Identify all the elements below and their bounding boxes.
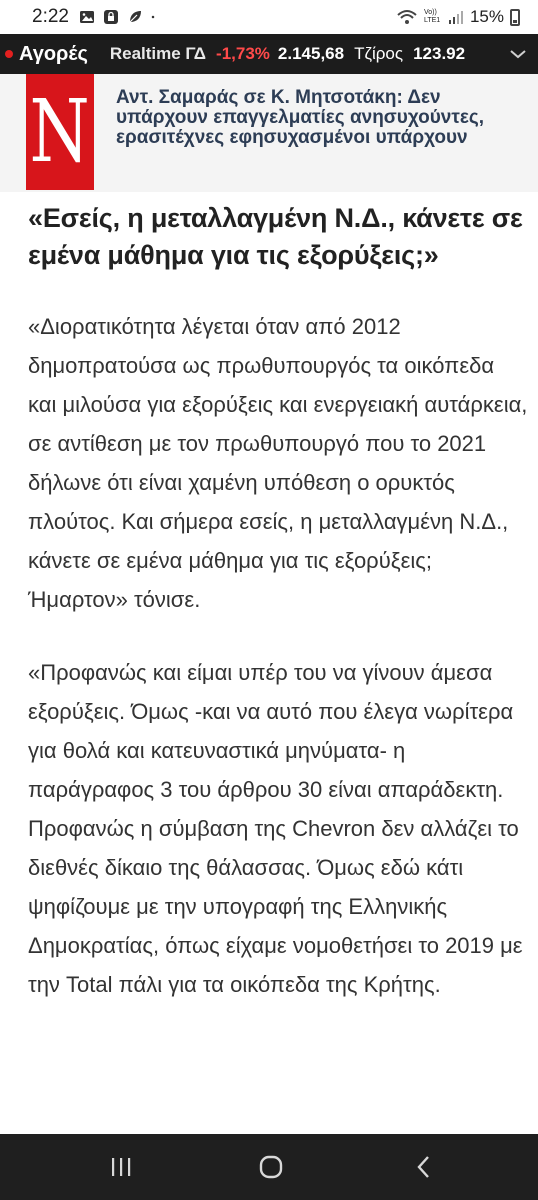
- recent-apps-button[interactable]: [101, 1152, 141, 1182]
- article-paragraph: «Διορατικότητα λέγεται όταν από 2012 δημ…: [28, 314, 528, 612]
- article-header: N Αντ. Σαμαράς σε Κ. Μητσοτάκη: Δεν υπάρ…: [0, 74, 538, 192]
- battery-icon: [510, 8, 520, 26]
- article-subheading: «Εσείς, η μεταλλαγμένη Ν.Δ., κάνετε σε ε…: [28, 203, 523, 270]
- article-body: «Εσείς, η μεταλλαγμένη Ν.Δ., κάνετε σε ε…: [28, 200, 528, 1004]
- ticker-expand-button[interactable]: [498, 34, 538, 74]
- gallery-icon: [79, 11, 94, 23]
- chevron-down-icon: [510, 50, 526, 59]
- logo-letter: N: [29, 82, 91, 182]
- more-notifications-dot-icon: [151, 15, 155, 19]
- turnover-value: 123.92: [413, 44, 466, 63]
- market-ticker[interactable]: Αγορές Realtime ΓΔ -1,73% 2.145,68 Τζίρο…: [0, 34, 538, 74]
- site-logo[interactable]: N: [26, 74, 94, 190]
- battery-percent: 15%: [469, 7, 504, 26]
- status-right: Vo)) LTE1 15%: [396, 7, 520, 27]
- back-button[interactable]: [404, 1152, 444, 1182]
- live-dot-icon: [5, 50, 13, 58]
- index-change: -1,73%: [216, 44, 270, 63]
- status-bar: 2:22 Vo)) LTE1 15%: [0, 0, 538, 34]
- header-title: Αντ. Σαμαράς σε Κ. Μητσοτάκη: Δεν υπάρχο…: [116, 87, 484, 148]
- wifi-icon: [397, 10, 417, 24]
- home-button[interactable]: [251, 1152, 291, 1182]
- markets-label[interactable]: Αγορές: [19, 43, 88, 66]
- signal-icon: [448, 11, 463, 24]
- turnover-label: Τζίρος: [354, 44, 404, 63]
- index-value: 2.145,68: [277, 44, 345, 63]
- status-time: 2:22: [32, 6, 69, 27]
- system-navigation-bar: [0, 1134, 538, 1200]
- notification-icons: [79, 9, 159, 25]
- realtime-label: Realtime ΓΔ: [109, 44, 207, 63]
- recent-apps-icon: [112, 1158, 131, 1176]
- lock-icon: [103, 10, 118, 24]
- leaf-icon: [129, 11, 141, 23]
- network-label: Vo)) LTE1: [423, 9, 441, 24]
- back-icon: [417, 1156, 429, 1178]
- home-icon: [259, 1155, 283, 1179]
- article-paragraph: «Προφανώς και είμαι υπέρ του να γίνουν ά…: [28, 660, 523, 997]
